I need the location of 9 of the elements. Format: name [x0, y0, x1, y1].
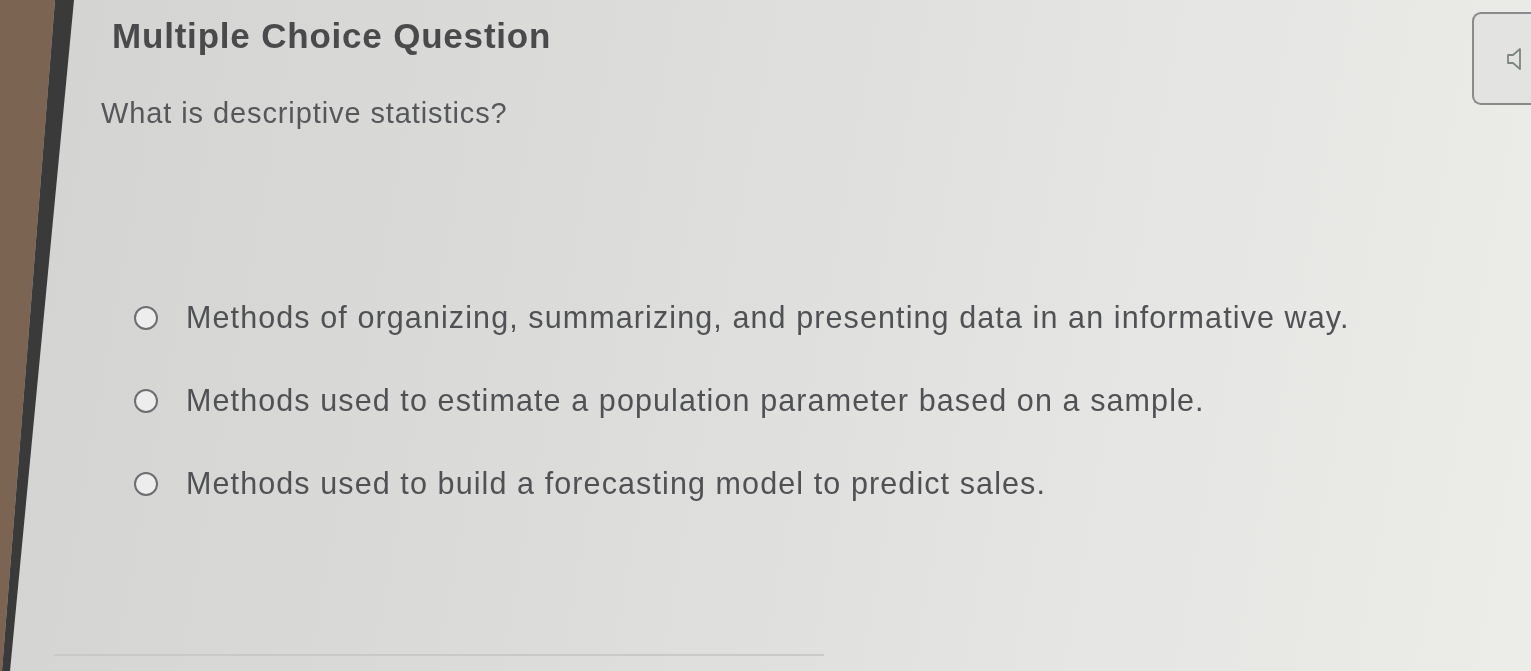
- answer-option[interactable]: Methods used to build a forecasting model to predict sales.: [186, 465, 1047, 502]
- radio-button[interactable]: [134, 471, 158, 496]
- question-text: What is descriptive statistics?: [101, 96, 508, 131]
- radio-button[interactable]: [134, 388, 158, 413]
- answer-option[interactable]: Methods of organizing, summarizing, and presenting data in an informative way.: [186, 299, 1350, 336]
- read-aloud-button[interactable]: [1472, 12, 1531, 105]
- question-header: Multiple Choice Question: [112, 15, 552, 57]
- answer-option[interactable]: Methods used to estimate a population parameter based on a sample.: [186, 382, 1205, 419]
- radio-button[interactable]: [134, 305, 158, 330]
